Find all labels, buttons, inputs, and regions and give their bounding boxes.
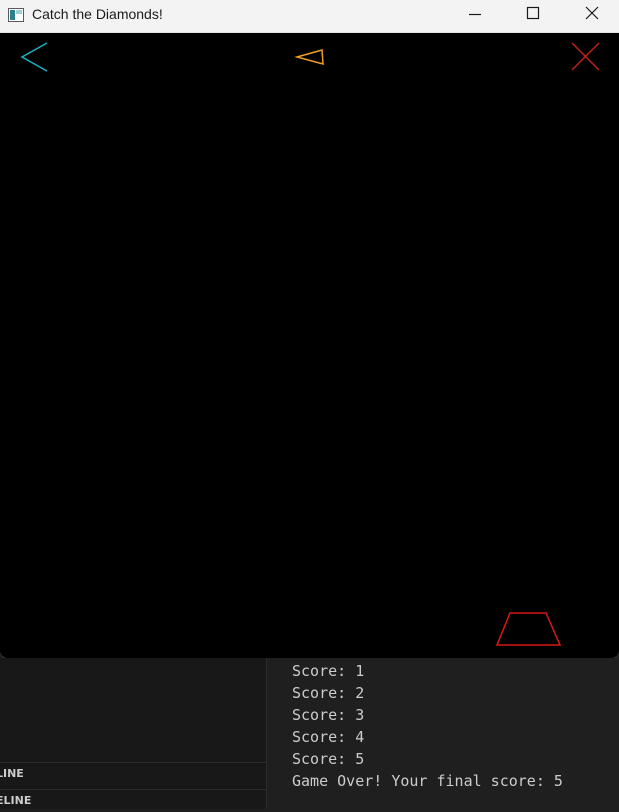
side-panel-row[interactable]: LINE [0,762,266,785]
minimize-icon [469,13,481,16]
terminal-line: Score: 4 [292,728,365,746]
maximize-icon [526,6,540,20]
game-canvas[interactable] [0,33,619,658]
side-panel-row-label: ELINE [0,794,32,807]
terminal-output[interactable]: Score: 1 Score: 2 Score: 3 Score: 4 Scor… [292,660,612,792]
title-bar[interactable]: Catch the Diamonds! [0,0,619,33]
catcher-basket[interactable] [495,612,562,646]
minimize-button[interactable] [452,0,498,32]
maximize-button[interactable] [510,0,556,32]
terminal-line: Score: 5 [292,750,365,768]
side-panel: LINE ELINE [0,658,267,809]
quit-x-icon[interactable] [571,42,600,71]
close-window-button[interactable] [569,0,615,32]
app-icon [8,8,24,22]
terminal-line: Score: 1 [292,662,365,680]
close-icon [585,6,599,20]
falling-diamond [294,49,324,65]
back-arrow-icon[interactable] [20,42,48,72]
game-window: Catch the Diamonds! [0,0,619,658]
terminal-line: Game Over! Your final score: 5 [292,772,563,790]
terminal-line: Score: 2 [292,684,365,702]
side-panel-row-label: LINE [0,767,24,780]
editor-area: LINE ELINE Score: 1 Score: 2 Score: 3 Sc… [0,658,619,809]
terminal-line: Score: 3 [292,706,365,724]
window-title: Catch the Diamonds! [32,6,163,22]
